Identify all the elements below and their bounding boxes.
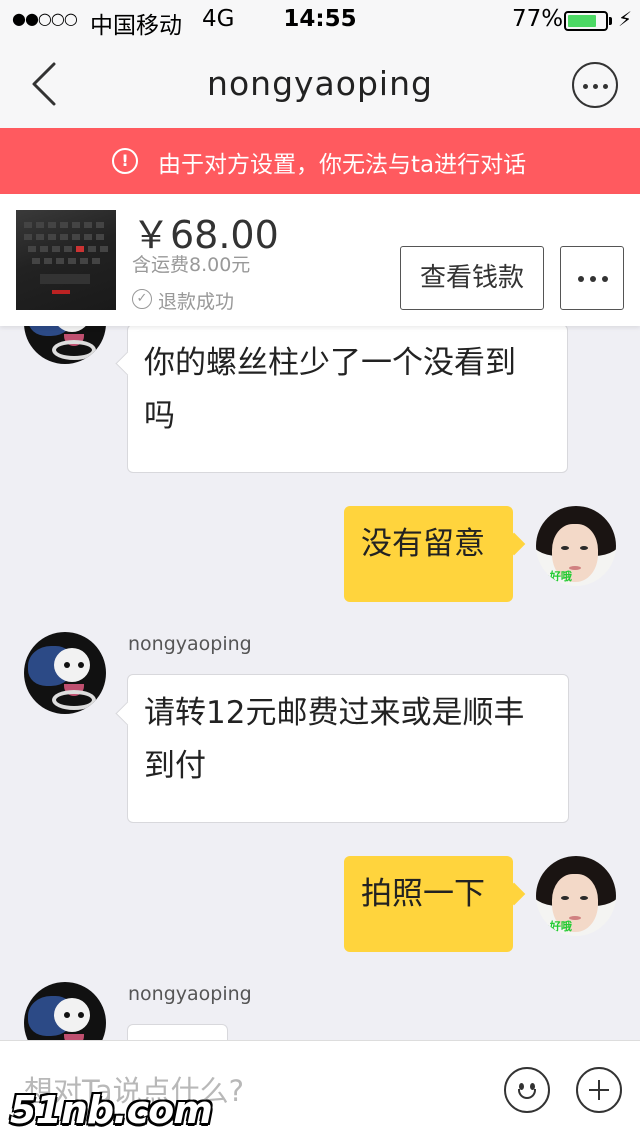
chat-message-list[interactable]: 你的螺丝柱少了一个没看到 吗 没有留意 ★好哦 nongyaoping 请转12… bbox=[0, 326, 640, 1040]
chat-title: nongyaoping bbox=[207, 64, 433, 103]
site-watermark: 51nb.com bbox=[10, 1088, 213, 1132]
battery-percentage: 77% bbox=[512, 6, 564, 32]
contact-avatar[interactable] bbox=[24, 326, 106, 364]
emoji-button[interactable] bbox=[504, 1067, 550, 1113]
product-thumbnail[interactable] bbox=[16, 210, 116, 310]
message-text: 请转12元邮费过来或是顺丰 bbox=[144, 695, 525, 731]
warning-text: 由于对方设置，你无法与ta进行对话 bbox=[158, 152, 527, 178]
dot-icon bbox=[602, 276, 608, 282]
dot-icon bbox=[578, 276, 584, 282]
blocked-warning-banner: ! 由于对方设置，你无法与ta进行对话 bbox=[0, 128, 640, 194]
message-bubble-received[interactable]: 你的螺丝柱少了一个没看到 吗 bbox=[127, 326, 568, 473]
charging-icon: ⚡ bbox=[618, 7, 633, 31]
navigation-bar: nongyaoping bbox=[0, 40, 640, 128]
my-avatar[interactable]: ★好哦 bbox=[536, 856, 616, 936]
contact-avatar[interactable] bbox=[24, 982, 106, 1040]
sender-name: nongyaoping bbox=[128, 983, 252, 1005]
message-text: 你的螺丝柱少了一个没看到 bbox=[144, 345, 516, 381]
shipping-fee: 含运费8.00元 bbox=[132, 254, 251, 276]
battery-icon bbox=[564, 11, 608, 31]
message-bubble-received[interactable]: 请转12元邮费过来或是顺丰 到付 bbox=[127, 674, 569, 823]
message-bubble-sent[interactable]: 拍照一下 bbox=[344, 856, 513, 952]
sender-name: nongyaoping bbox=[128, 633, 252, 655]
check-circle-icon: ✓ bbox=[132, 289, 152, 309]
smile-icon bbox=[518, 1089, 536, 1099]
status-bar: ●●○○○ 中国移动 4G 14:55 77% ⚡ bbox=[0, 0, 640, 40]
view-payment-button[interactable]: 查看钱款 bbox=[400, 246, 544, 310]
battery-cap bbox=[609, 17, 612, 25]
more-options-button[interactable] bbox=[572, 62, 618, 108]
message-text: 拍照一下 bbox=[361, 876, 485, 912]
dot-icon bbox=[603, 84, 608, 89]
dot-icon bbox=[583, 84, 588, 89]
my-avatar[interactable]: ★好哦 bbox=[536, 506, 616, 586]
product-more-button[interactable] bbox=[560, 246, 624, 310]
product-card: ￥68.00 含运费8.00元 ✓ 退款成功 查看钱款 bbox=[0, 194, 640, 326]
dot-icon bbox=[593, 84, 598, 89]
message-text: 吗 bbox=[144, 398, 175, 434]
contact-avatar[interactable] bbox=[24, 632, 106, 714]
info-icon: ! bbox=[112, 148, 138, 174]
add-attachment-button[interactable] bbox=[576, 1067, 622, 1113]
refund-status: 退款成功 bbox=[158, 291, 235, 313]
message-text: 到付 bbox=[144, 748, 206, 784]
message-bubble-received[interactable] bbox=[127, 1024, 228, 1040]
plus-icon bbox=[598, 1080, 600, 1100]
message-bubble-sent[interactable]: 没有留意 bbox=[344, 506, 513, 602]
dot-icon bbox=[590, 276, 596, 282]
message-text: 没有留意 bbox=[361, 526, 485, 562]
